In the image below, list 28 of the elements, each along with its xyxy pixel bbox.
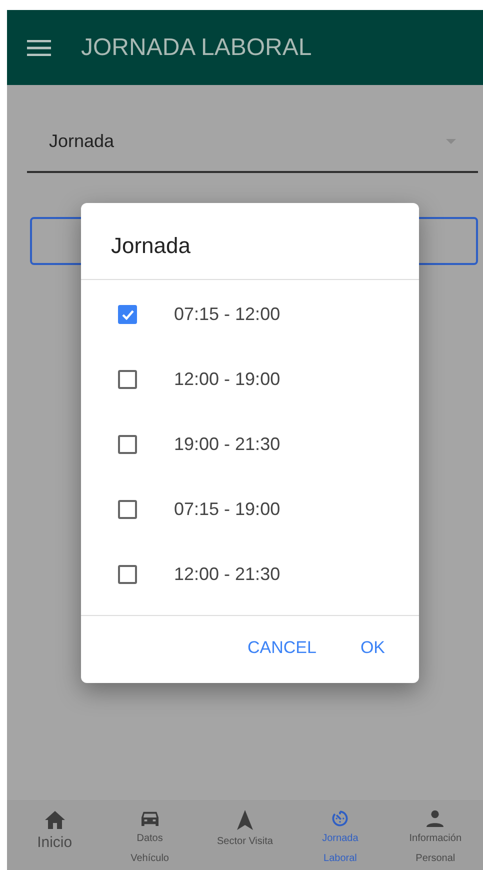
home-icon [44,810,66,830]
checkmark-icon [122,310,134,320]
dialog-title: Jornada [81,203,419,280]
checkbox[interactable] [118,305,137,324]
nav-tab[interactable]: Información Personal [388,800,483,870]
car-icon [140,810,160,827]
option-label: 19:00 - 21:30 [174,434,280,455]
nav-tab[interactable]: Sector Visita [197,800,293,870]
person-icon [424,810,446,827]
select-field[interactable]: Jornada [27,111,478,173]
checkbox[interactable] [118,370,137,389]
nav-tab[interactable]: Jornada Laboral [292,800,388,870]
checkbox[interactable] [118,500,137,519]
app-bar-title: JORNADA LABORAL [81,34,312,62]
nav-tab[interactable]: Datos Vehículo [102,800,198,870]
option-label: 12:00 - 19:00 [174,369,280,390]
dialog-button[interactable]: OK [348,630,397,666]
select-label: Jornada [49,130,114,152]
option-label: 07:15 - 19:00 [174,499,280,520]
option-label: 12:00 - 21:30 [174,564,280,585]
option-label: 07:15 - 12:00 [174,304,280,325]
checkbox[interactable] [118,565,137,584]
timer-icon [330,810,350,827]
nav-tab[interactable]: Inicio [7,800,102,870]
dialog-button[interactable]: CANCEL [235,630,328,666]
checkbox[interactable] [118,435,137,454]
navigation-arrow-icon [237,810,253,830]
menu-icon[interactable] [27,40,51,56]
